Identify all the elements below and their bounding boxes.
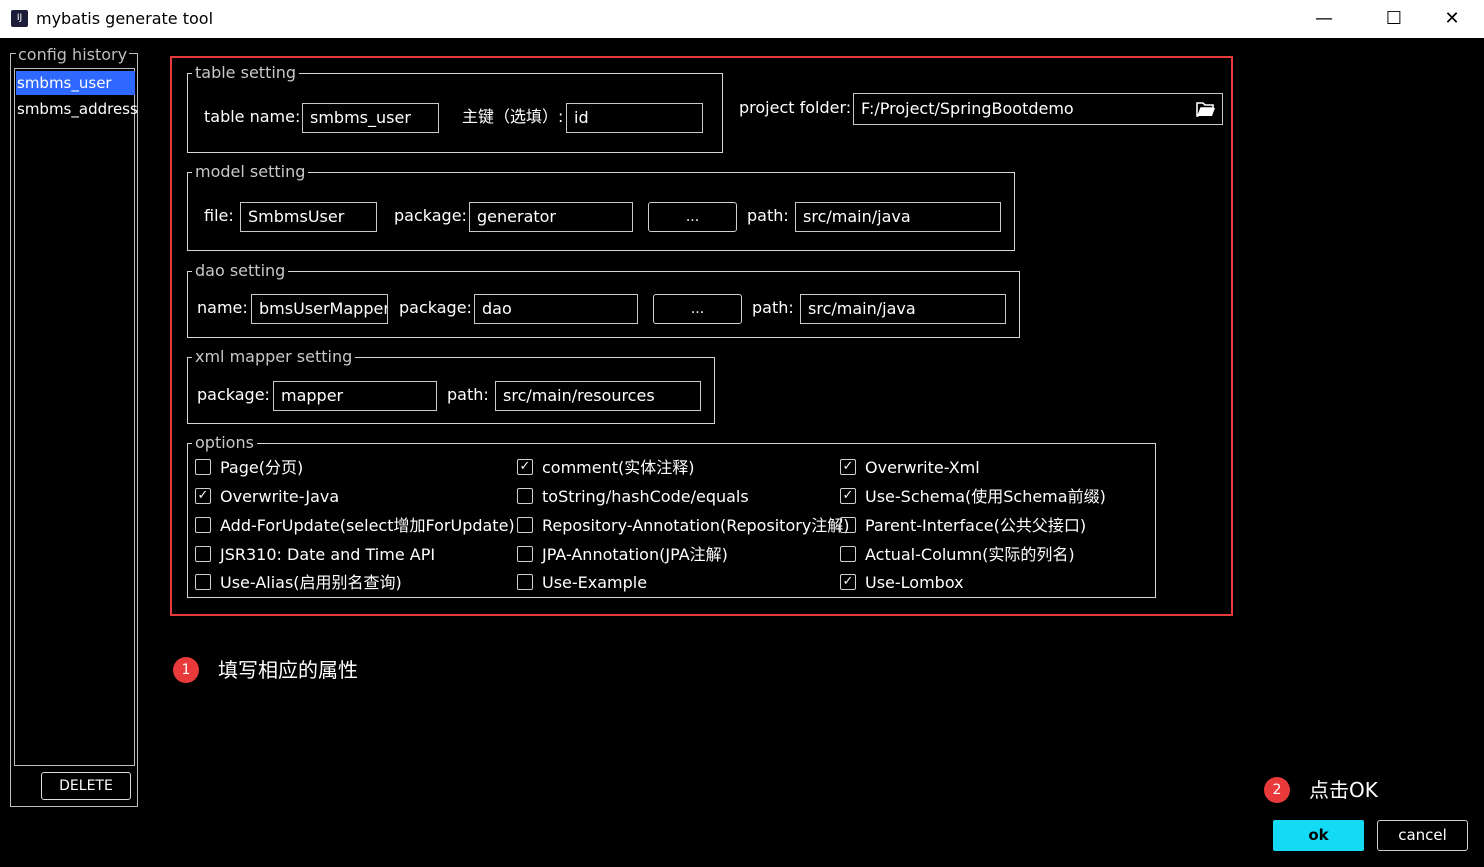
primary-key-input[interactable]: id (566, 103, 703, 133)
config-history-title: config history (16, 45, 130, 64)
xml-path-input[interactable]: src/main/resources (495, 381, 701, 411)
option-label: toString/hashCode/equals (542, 487, 749, 506)
window-title: mybatis generate tool (36, 9, 214, 28)
checkbox-unchecked[interactable] (195, 546, 211, 562)
option-label: Page(分页) (220, 458, 304, 477)
model-path-input[interactable]: src/main/java (795, 202, 1001, 232)
option-label: Repository-Annotation(Repository注解) (542, 516, 850, 535)
title-bar: IJ mybatis generate tool — ☐ ✕ (0, 0, 1484, 38)
option-label: Use-Alias(启用别名查询) (220, 573, 402, 592)
option-label: JSR310: Date and Time API (220, 545, 436, 564)
minimize-icon[interactable]: — (1301, 0, 1347, 38)
app-icon: IJ (11, 10, 28, 27)
dao-path-label: path: (752, 298, 794, 317)
model-file-label: file: (204, 206, 234, 225)
folder-open-icon[interactable] (1196, 100, 1216, 118)
model-browse-button[interactable]: ... (648, 202, 737, 232)
step-1-text: 填写相应的属性 (218, 658, 358, 682)
option-label: Use-Example (542, 573, 648, 592)
primary-key-label: 主键（选填）: (462, 107, 564, 126)
project-folder-input[interactable]: F:/Project/SpringBootdemo (853, 93, 1223, 125)
checkbox-unchecked[interactable] (195, 574, 211, 590)
model-file-input[interactable]: SmbmsUser (240, 202, 377, 232)
dao-name-input[interactable]: bmsUserMapper (251, 294, 388, 324)
checkbox-unchecked[interactable] (517, 517, 533, 533)
delete-button[interactable]: DELETE (41, 772, 131, 800)
table-setting-legend: table setting (192, 64, 300, 82)
history-item-smbms-address[interactable]: smbms_address (16, 97, 138, 121)
option-label: Add-ForUpdate(select增加ForUpdate) (220, 516, 515, 535)
checkbox-unchecked[interactable] (517, 488, 533, 504)
checkbox-unchecked[interactable] (517, 574, 533, 590)
checkbox-checked[interactable]: ✓ (840, 574, 856, 590)
table-name-label: table name: (204, 107, 301, 126)
options-legend: options (192, 434, 257, 452)
model-path-label: path: (747, 206, 789, 225)
option-label: comment(实体注释) (542, 458, 695, 477)
dao-setting-legend: dao setting (192, 262, 289, 280)
checkbox-unchecked[interactable] (195, 459, 211, 475)
config-history-list[interactable]: smbms_user smbms_address (14, 68, 138, 766)
ok-button[interactable]: ok (1273, 820, 1364, 851)
option-label: Use-Schema(使用Schema前缀) (865, 487, 1106, 506)
xml-mapper-setting-legend: xml mapper setting (192, 348, 356, 366)
dao-package-input[interactable]: dao (474, 294, 638, 324)
model-setting-legend: model setting (192, 163, 309, 181)
maximize-icon[interactable]: ☐ (1371, 0, 1417, 38)
model-package-label: package: (394, 206, 467, 225)
project-folder-label: project folder: (739, 98, 852, 117)
checkbox-checked[interactable]: ✓ (195, 488, 211, 504)
option-label: Parent-Interface(公共父接口) (865, 516, 1087, 535)
step-2-text: 点击OK (1309, 778, 1378, 802)
option-label: Overwrite-Xml (865, 458, 980, 477)
option-label: Overwrite-Java (220, 487, 340, 506)
project-folder-value: F:/Project/SpringBootdemo (861, 99, 1074, 118)
checkbox-unchecked[interactable] (840, 517, 856, 533)
dao-package-label: package: (399, 298, 472, 317)
xml-package-input[interactable]: mapper (273, 381, 437, 411)
option-label: Use-Lombox (865, 573, 964, 592)
checkbox-checked[interactable]: ✓ (840, 488, 856, 504)
xml-package-label: package: (197, 385, 270, 404)
checkbox-unchecked[interactable] (517, 546, 533, 562)
option-label: Actual-Column(实际的列名) (865, 545, 1075, 564)
step-2-badge: 2 (1264, 777, 1290, 803)
checkbox-unchecked[interactable] (195, 517, 211, 533)
dao-path-input[interactable]: src/main/java (800, 294, 1006, 324)
close-icon[interactable]: ✕ (1429, 0, 1475, 38)
dao-browse-button[interactable]: ... (653, 294, 742, 324)
history-item-smbms-user[interactable]: smbms_user (16, 71, 135, 95)
xml-path-label: path: (447, 385, 489, 404)
checkbox-checked[interactable]: ✓ (517, 459, 533, 475)
dao-name-label: name: (197, 298, 248, 317)
cancel-button[interactable]: cancel (1377, 820, 1468, 851)
model-package-input[interactable]: generator (469, 202, 633, 232)
checkbox-checked[interactable]: ✓ (840, 459, 856, 475)
option-label: JPA-Annotation(JPA注解) (542, 545, 728, 564)
step-1-badge: 1 (173, 657, 199, 683)
table-name-input[interactable]: smbms_user (302, 103, 439, 133)
checkbox-unchecked[interactable] (840, 546, 856, 562)
